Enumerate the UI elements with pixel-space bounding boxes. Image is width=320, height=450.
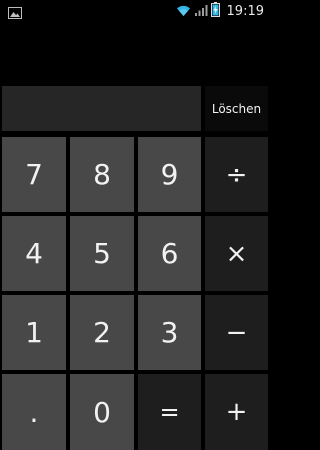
multiply-key[interactable]: ×: [205, 216, 268, 291]
digit-9-key[interactable]: 9: [138, 137, 201, 212]
status-bar: 19:19: [0, 0, 270, 22]
status-right: 19:19: [176, 2, 264, 21]
status-clock: 19:19: [226, 4, 264, 19]
status-left: [8, 4, 22, 23]
keypad: 7 8 9 ÷ 4 5 6 × 1 2 3 − . 0 = +: [0, 135, 270, 450]
digit-2-key[interactable]: 2: [70, 295, 134, 370]
clear-button[interactable]: Löschen: [205, 86, 268, 131]
calculator-display[interactable]: [2, 86, 201, 131]
battery-charging-icon: [210, 2, 220, 21]
digit-3-key[interactable]: 3: [138, 295, 201, 370]
digit-8-key[interactable]: 8: [70, 137, 134, 212]
digit-6-key[interactable]: 6: [138, 216, 201, 291]
signal-icon: [194, 2, 208, 21]
subtract-key[interactable]: −: [205, 295, 268, 370]
digit-0-key[interactable]: 0: [70, 374, 134, 450]
digit-1-key[interactable]: 1: [2, 295, 66, 370]
digit-4-key[interactable]: 4: [2, 216, 66, 291]
divide-key[interactable]: ÷: [205, 137, 268, 212]
decimal-point-key[interactable]: .: [2, 374, 66, 450]
digit-5-key[interactable]: 5: [70, 216, 134, 291]
wifi-icon: [176, 2, 191, 21]
gallery-notification-icon: [8, 4, 22, 23]
equals-key[interactable]: =: [138, 374, 201, 450]
calculator-screen: 19:19 Löschen 7 8 9 ÷ 4 5 6 × 1 2 3 − . …: [0, 0, 270, 450]
add-key[interactable]: +: [205, 374, 268, 450]
digit-7-key[interactable]: 7: [2, 137, 66, 212]
